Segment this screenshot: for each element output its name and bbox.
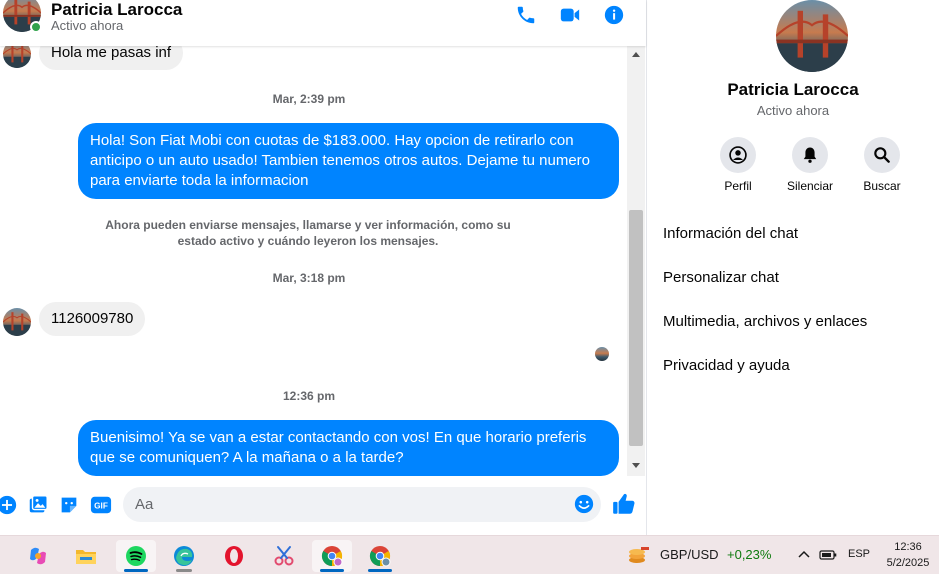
info-icon[interactable] [603,4,625,26]
copilot-icon[interactable] [18,540,58,572]
scroll-up-arrow-icon[interactable] [632,52,640,57]
clock-date: 5/2/2025 [886,557,930,569]
profile-picture[interactable] [776,0,848,72]
profile-status: Activo ahora [756,103,830,118]
chat-header: Patricia Larocca Activo ahora [0,0,646,46]
menu-item-label: Personalizar chat [663,269,779,286]
ticker-change[interactable]: +0,23% [727,547,771,562]
outgoing-message[interactable]: Hola! Son Fiat Mobi con cuotas de $183.0… [78,123,619,199]
sticker-icon[interactable] [58,494,80,516]
input-language[interactable]: ESP [848,548,870,560]
read-receipt-avatar [595,347,609,361]
contact-name[interactable]: Patricia Larocca [51,0,182,20]
outgoing-message[interactable]: Buenisimo! Ya se van a estar contactando… [78,420,619,476]
battery-icon[interactable] [819,548,837,560]
incoming-message[interactable]: 1126009780 [39,302,146,336]
opera-icon[interactable] [214,540,254,572]
gif-icon[interactable]: GIF [90,494,112,516]
message-list[interactable]: Hola me pasas inf Mar, 2:39 pm Hola! Son… [0,46,626,476]
chrome-icon[interactable] [360,540,400,572]
video-camera-icon[interactable] [559,4,581,26]
menu-item-chat-info[interactable]: Información del chat [663,225,798,242]
edge-icon[interactable] [164,540,204,572]
taskbar: GBP/USD +0,23% ESP 12:36 5/2/2025 [0,535,939,574]
timestamp: Mar, 2:39 pm [272,92,346,106]
bell-icon [792,137,828,173]
contact-avatar-small [3,46,31,68]
phone-icon[interactable] [515,4,537,26]
profile-button[interactable]: Perfil [703,137,773,193]
profile-name: Patricia Larocca [727,80,859,99]
clock[interactable]: 12:36 5/2/2025 [880,539,936,571]
mute-button[interactable]: Silenciar [775,137,845,193]
chrome-profile-icon[interactable] [312,540,352,572]
currency-ticker-icon[interactable] [627,544,651,566]
snipping-tool-icon[interactable] [264,540,304,572]
like-icon[interactable] [611,491,637,517]
chat-pane: Patricia Larocca Activo ahora Hola me pa… [0,0,647,535]
menu-item-label: Información del chat [663,225,799,242]
tray-chevron-up-icon[interactable] [797,547,811,562]
search-icon [864,137,900,173]
conversation-info-pane: Patricia Larocca Activo ahora Perfil Sil… [647,0,939,535]
scroll-down-arrow-icon[interactable] [632,463,640,468]
menu-item-privacy-help[interactable]: Privacidad y ayuda [663,357,790,374]
message-input[interactable] [123,487,601,522]
svg-text:GIF: GIF [94,502,108,511]
search-button[interactable]: Buscar [847,137,917,193]
spotify-icon[interactable] [116,540,156,572]
timestamp: 12:36 pm [282,389,336,403]
search-label: Buscar [863,179,901,193]
plus-icon[interactable] [0,494,18,516]
mute-label: Silenciar [786,179,834,193]
system-notice: Ahora pueden enviarse mensajes, llamarse… [105,218,511,248]
menu-item-media-files-links[interactable]: Multimedia, archivos y enlaces [663,313,867,330]
scroll-thumb[interactable] [629,210,643,446]
timestamp: Mar, 3:18 pm [272,271,346,285]
clock-time: 12:36 [894,541,922,553]
online-status-dot [30,21,42,33]
emoji-icon[interactable] [573,493,595,515]
menu-item-label: Privacidad y ayuda [663,357,790,374]
incoming-message[interactable]: Hola me pasas inf [39,46,184,70]
profile-icon [720,137,756,173]
ticker-pair[interactable]: GBP/USD [660,547,719,562]
menu-item-customize-chat[interactable]: Personalizar chat [663,269,779,286]
menu-item-label: Multimedia, archivos y enlaces [663,313,868,330]
contact-avatar-small [3,308,31,336]
message-composer: GIF [0,478,646,534]
messenger-window: Patricia Larocca Activo ahora Hola me pa… [0,0,939,574]
file-explorer-icon[interactable] [66,540,106,572]
contact-status: Activo ahora [51,18,124,33]
image-icon[interactable] [27,494,49,516]
message-scrollbar[interactable] [627,46,645,476]
profile-label: Perfil [724,179,752,193]
